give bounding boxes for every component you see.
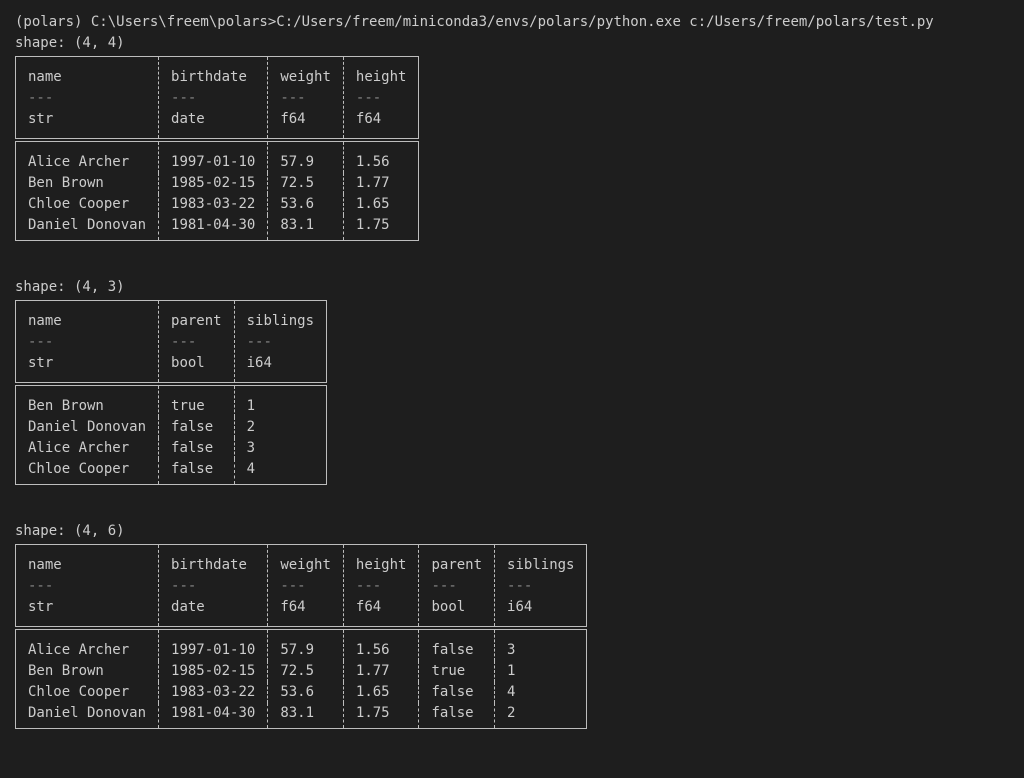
table-cell: 1985-02-15 bbox=[158, 661, 268, 682]
column-header: weight --- f64 bbox=[267, 56, 344, 142]
shape-label-1: shape: (4, 4) bbox=[15, 35, 125, 51]
table-row: Ben Brown 1985-02-15 72.5 1.77 bbox=[16, 173, 419, 194]
table-cell: 2 bbox=[233, 417, 327, 438]
table-cell: Ben Brown bbox=[28, 398, 104, 414]
table-cell: 83.1 bbox=[267, 703, 344, 729]
table-cell: Alice Archer bbox=[28, 642, 130, 658]
table-cell: 1.65 bbox=[342, 682, 419, 703]
table-cell: Daniel Donovan bbox=[28, 419, 147, 435]
table-cell: 83.1 bbox=[267, 215, 344, 241]
table-row: Chloe Cooper false 4 bbox=[16, 459, 327, 485]
table-row: Daniel Donovan false 2 bbox=[16, 417, 327, 438]
table-header-row: name --- str birthdate --- date weight --- f64… bbox=[15, 56, 419, 142]
table-row: Chloe Cooper 1983-03-22 53.6 1.65 false … bbox=[16, 682, 587, 703]
table-cell: 53.6 bbox=[267, 682, 344, 703]
table-cell: Chloe Cooper bbox=[28, 196, 130, 212]
shape-label-3: shape: (4, 6) bbox=[15, 523, 125, 539]
column-header: weight --- f64 bbox=[267, 544, 344, 630]
table-cell: 1 bbox=[233, 384, 327, 417]
table-cell: Chloe Cooper bbox=[28, 461, 130, 477]
table-cell: 1997-01-10 bbox=[158, 628, 268, 661]
column-header: name --- str bbox=[15, 300, 159, 386]
table-cell: Daniel Donovan bbox=[28, 705, 147, 721]
table-row: Ben Brown 1985-02-15 72.5 1.77 true 1 bbox=[16, 661, 587, 682]
table-cell: Chloe Cooper bbox=[28, 684, 130, 700]
table-cell: false bbox=[418, 628, 495, 661]
shape-label-2: shape: (4, 3) bbox=[15, 279, 125, 295]
table-cell: 1981-04-30 bbox=[158, 703, 268, 729]
table-cell: 1983-03-22 bbox=[158, 682, 268, 703]
table-cell: 4 bbox=[494, 682, 587, 703]
table-cell: 1983-03-22 bbox=[158, 194, 268, 215]
table-cell: 1.77 bbox=[342, 661, 419, 682]
dataframe-table-2: name --- str parent --- bool siblings --- i64 … bbox=[15, 300, 328, 485]
table-cell: false bbox=[418, 703, 495, 729]
table-cell: 1.75 bbox=[342, 703, 419, 729]
command-line: (polars) C:\Users\freem\polars>C:/Users/… bbox=[15, 14, 934, 30]
table-cell: 1.65 bbox=[342, 194, 419, 215]
table-cell: true bbox=[158, 384, 235, 417]
table-cell: Daniel Donovan bbox=[28, 217, 147, 233]
column-header: height --- f64 bbox=[342, 56, 419, 142]
table-cell: 57.9 bbox=[267, 628, 344, 661]
table-cell: 57.9 bbox=[267, 140, 344, 173]
table-cell: false bbox=[158, 417, 235, 438]
dataframe-table-3: name --- str birthdate --- date weight --- f64… bbox=[15, 544, 588, 729]
table-cell: 1.75 bbox=[342, 215, 419, 241]
table-row: Alice Archer 1997-01-10 57.9 1.56 bbox=[16, 140, 419, 173]
table-cell: 1.56 bbox=[342, 140, 419, 173]
table-cell: 3 bbox=[233, 438, 327, 459]
column-header: parent --- bool bbox=[158, 300, 235, 386]
table-cell: 1981-04-30 bbox=[158, 215, 268, 241]
table-row: Ben Brown true 1 bbox=[16, 384, 327, 417]
column-header: name --- str bbox=[15, 544, 159, 630]
column-header: height --- f64 bbox=[342, 544, 419, 630]
table-row: Alice Archer false 3 bbox=[16, 438, 327, 459]
column-header: birthdate --- date bbox=[158, 544, 268, 630]
table-cell: 1.77 bbox=[342, 173, 419, 194]
table-cell: true bbox=[418, 661, 495, 682]
column-header: siblings --- i64 bbox=[494, 544, 587, 630]
table-cell: Ben Brown bbox=[28, 663, 104, 679]
table-cell: 2 bbox=[494, 703, 587, 729]
table-row: Daniel Donovan 1981-04-30 83.1 1.75 fals… bbox=[16, 703, 587, 729]
table-cell: Ben Brown bbox=[28, 175, 104, 191]
table-cell: 53.6 bbox=[267, 194, 344, 215]
table-cell: Alice Archer bbox=[28, 154, 130, 170]
table-cell: 1.56 bbox=[342, 628, 419, 661]
table-row: Chloe Cooper 1983-03-22 53.6 1.65 bbox=[16, 194, 419, 215]
table-cell: Alice Archer bbox=[28, 440, 130, 456]
table-cell: false bbox=[418, 682, 495, 703]
column-header: birthdate --- date bbox=[158, 56, 268, 142]
table-cell: 1985-02-15 bbox=[158, 173, 268, 194]
table-cell: 4 bbox=[233, 459, 327, 485]
table-cell: 1 bbox=[494, 661, 587, 682]
dataframe-table-1: name --- str birthdate --- date weight --- f64… bbox=[15, 56, 420, 241]
column-header: parent --- bool bbox=[418, 544, 495, 630]
table-header-row: name --- str birthdate --- date weight --- f64… bbox=[15, 544, 587, 630]
table-cell: false bbox=[158, 459, 235, 485]
table-row: Daniel Donovan 1981-04-30 83.1 1.75 bbox=[16, 215, 419, 241]
table-cell: 72.5 bbox=[267, 173, 344, 194]
column-header: siblings --- i64 bbox=[233, 300, 327, 386]
column-header: name --- str bbox=[15, 56, 159, 142]
table-header-row: name --- str parent --- bool siblings --- i64 bbox=[15, 300, 327, 386]
table-row: Alice Archer 1997-01-10 57.9 1.56 false … bbox=[16, 628, 587, 661]
table-cell: false bbox=[158, 438, 235, 459]
terminal-output: (polars) C:\Users\freem\polars>C:/Users/… bbox=[15, 12, 1015, 729]
table-cell: 72.5 bbox=[267, 661, 344, 682]
table-cell: 1997-01-10 bbox=[158, 140, 268, 173]
table-cell: 3 bbox=[494, 628, 587, 661]
